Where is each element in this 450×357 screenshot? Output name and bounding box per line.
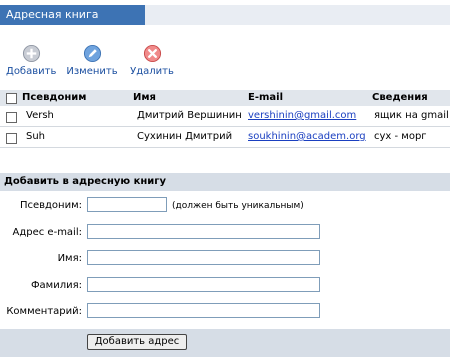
row-checkbox[interactable] <box>6 133 17 144</box>
edit-button-label: Изменить <box>66 66 118 77</box>
page-title-tab: Адресная книга <box>0 5 145 25</box>
name-input[interactable] <box>87 250 320 265</box>
row-checkbox[interactable] <box>6 112 17 123</box>
row-email-link[interactable]: soukhinin@academ.org <box>248 127 366 147</box>
row-name: Дмитрий Вершинин <box>137 110 242 121</box>
row-alias: Suh <box>26 131 46 142</box>
email-input[interactable] <box>87 224 320 239</box>
delete-button[interactable]: Удалить <box>128 44 176 77</box>
row-info: ящик на gmail <box>374 110 449 121</box>
title-bar-fill <box>145 5 450 25</box>
row-name: Сухинин Дмитрий <box>137 131 233 142</box>
row-divider <box>0 147 450 148</box>
delete-icon <box>143 44 161 63</box>
add-button-label: Добавить <box>6 66 57 77</box>
table-row: Suh Сухинин Дмитрий soukhinin@academ.org… <box>0 127 450 147</box>
comment-label: Комментарий: <box>6 306 82 317</box>
row-info: сух - морг <box>374 131 427 142</box>
add-section-heading: Добавить в адресную книгу <box>0 173 450 191</box>
column-email: E-mail <box>248 92 284 103</box>
table-header: Псевдоним Имя E-mail Сведения <box>0 90 450 106</box>
surname-input[interactable] <box>87 277 320 292</box>
alias-hint: (должен быть уникальным) <box>172 201 304 211</box>
column-name: Имя <box>133 92 156 103</box>
edit-button[interactable]: Изменить <box>66 44 118 77</box>
alias-input[interactable] <box>87 197 167 212</box>
edit-icon <box>83 44 101 63</box>
column-alias: Псевдоним <box>22 92 87 103</box>
page-title: Адресная книга <box>6 8 99 21</box>
add-button[interactable]: Добавить <box>6 44 56 77</box>
row-email-link[interactable]: vershinin@gmail.com <box>248 106 356 126</box>
row-alias: Versh <box>26 110 54 121</box>
surname-label: Фамилия: <box>30 280 82 291</box>
table-row: Versh Дмитрий Вершинин vershinin@gmail.c… <box>0 106 450 126</box>
add-address-button[interactable]: Добавить адрес <box>87 334 187 350</box>
form-footer <box>0 329 450 357</box>
comment-input[interactable] <box>87 303 320 318</box>
delete-button-label: Удалить <box>130 66 174 77</box>
select-all-checkbox[interactable] <box>6 93 17 104</box>
email-label: Адрес e-mail: <box>12 227 83 238</box>
alias-label: Псевдоним: <box>19 200 82 211</box>
add-section-title: Добавить в адресную книгу <box>4 176 167 187</box>
add-icon <box>22 44 40 63</box>
column-info: Сведения <box>372 92 428 103</box>
name-label: Имя: <box>57 253 82 264</box>
